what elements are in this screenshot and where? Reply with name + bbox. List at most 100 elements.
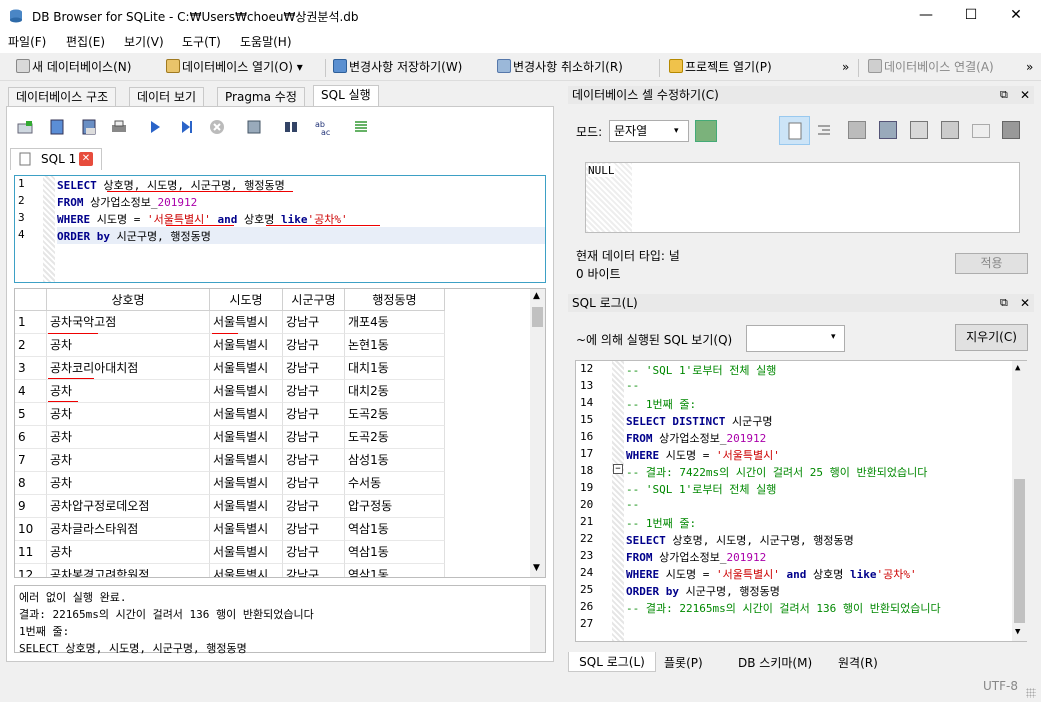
column-header[interactable]: 행정동명	[345, 289, 445, 311]
new-database-button[interactable]: 새 데이터베이스(N)	[16, 57, 131, 77]
scroll-thumb[interactable]	[1014, 479, 1025, 623]
mode-select[interactable]: 문자열 ▾	[609, 120, 689, 142]
row-number[interactable]: 4	[15, 380, 47, 403]
tab-edit-pragmas[interactable]: Pragma 수정	[217, 87, 305, 107]
table-cell[interactable]: 공차코리아대치점	[47, 357, 210, 380]
table-cell[interactable]: 역삼1동	[345, 541, 445, 564]
execute-line-icon[interactable]	[178, 118, 196, 136]
column-header[interactable]: 시도명	[210, 289, 283, 311]
resize-grip-icon[interactable]	[1026, 688, 1036, 698]
row-number[interactable]: 11	[15, 541, 47, 564]
row-number[interactable]: 5	[15, 403, 47, 426]
table-cell[interactable]: 공차	[47, 426, 210, 449]
save-results-icon[interactable]	[246, 118, 264, 136]
float-dock-icon[interactable]: ⧉	[1000, 86, 1008, 104]
table-cell[interactable]: 강남구	[283, 472, 345, 495]
clear-icon[interactable]	[972, 124, 990, 138]
table-cell[interactable]: 대치1동	[345, 357, 445, 380]
table-cell[interactable]: 공차	[47, 334, 210, 357]
table-cell[interactable]: 도곡2동	[345, 403, 445, 426]
sql-editor-tab[interactable]: SQL 1 ✕	[10, 148, 102, 170]
table-cell[interactable]: 강남구	[283, 311, 345, 334]
execute-all-icon[interactable]	[146, 118, 164, 136]
table-cell[interactable]: 공차봉경고려학원점	[47, 564, 210, 577]
open-sql-file-icon[interactable]	[48, 118, 66, 136]
float-dock-icon[interactable]: ⧉	[1000, 294, 1008, 312]
table-cell[interactable]: 서울특별시	[210, 334, 283, 357]
toolbar-overflow-1[interactable]: »	[842, 57, 849, 77]
sql-log-viewer[interactable]: 12 13 14 15 16 17 18 19 20 21 22 23 24 25 26 27 − ▲ ▼ -…	[575, 360, 1027, 642]
table-cell[interactable]: 서울특별시	[210, 472, 283, 495]
row-number[interactable]: 2	[15, 334, 47, 357]
tab-plot[interactable]: 플롯(P)	[664, 654, 703, 671]
execution-message-area[interactable]: 에러 없이 실행 완료. 결과: 22165ms의 시간이 걸려서 136 행이…	[14, 585, 546, 655]
table-cell[interactable]: 서울특별시	[210, 564, 283, 577]
write-changes-button[interactable]: 변경사항 저장하기(W)	[333, 57, 462, 77]
table-cell[interactable]: 대치2동	[345, 380, 445, 403]
table-cell[interactable]: 강남구	[283, 357, 345, 380]
close-dock-icon[interactable]: ✕	[1020, 294, 1030, 312]
import-icon[interactable]	[848, 121, 866, 139]
table-cell[interactable]: 공차글라스타워점	[47, 518, 210, 541]
open-project-button[interactable]: 프로젝트 열기(P)	[669, 57, 772, 77]
submitted-by-select[interactable]: ▾	[746, 325, 845, 352]
table-cell[interactable]: 공차	[47, 449, 210, 472]
close-tab-icon[interactable]: ✕	[79, 152, 93, 166]
scroll-down-icon[interactable]: ▼	[533, 563, 540, 573]
maximize-button[interactable]: ☐	[948, 0, 994, 31]
scroll-thumb[interactable]	[532, 307, 543, 327]
table-cell[interactable]: 삼성1동	[345, 449, 445, 472]
table-cell[interactable]: 강남구	[283, 449, 345, 472]
tab-sql-log[interactable]: SQL 로그(L)	[568, 652, 656, 672]
table-cell[interactable]: 개포4동	[345, 311, 445, 334]
find-icon[interactable]	[282, 118, 300, 136]
table-cell[interactable]: 서울특별시	[210, 541, 283, 564]
table-cell[interactable]: 서울특별시	[210, 380, 283, 403]
fold-toggle-icon[interactable]: −	[613, 464, 623, 474]
table-cell[interactable]: 공차	[47, 472, 210, 495]
minimize-button[interactable]: —	[903, 0, 949, 31]
table-cell[interactable]: 강남구	[283, 541, 345, 564]
print-icon[interactable]	[110, 118, 128, 136]
menu-file[interactable]: 파일(F)	[8, 33, 46, 50]
export-icon[interactable]	[879, 121, 897, 139]
indent-icon[interactable]	[817, 124, 831, 136]
table-cell[interactable]: 강남구	[283, 403, 345, 426]
comment-icon[interactable]	[352, 118, 370, 136]
auto-switch-mode-icon[interactable]	[695, 120, 717, 142]
table-cell[interactable]: 도곡2동	[345, 426, 445, 449]
close-button[interactable]: ✕	[993, 0, 1039, 31]
scroll-up-icon[interactable]: ▲	[1015, 363, 1020, 373]
table-cell[interactable]: 공차국악고점	[47, 311, 210, 334]
clear-log-button[interactable]: 지우기(C)	[955, 324, 1028, 351]
log-scrollbar[interactable]: ▲ ▼	[1012, 361, 1027, 641]
table-cell[interactable]: 역삼1동	[345, 518, 445, 541]
toolbar-overflow-2[interactable]: »	[1026, 57, 1033, 77]
row-number[interactable]: 9	[15, 495, 47, 518]
table-cell[interactable]: 공차	[47, 541, 210, 564]
table-cell[interactable]: 서울특별시	[210, 311, 283, 334]
print-cell-icon[interactable]	[1002, 121, 1020, 139]
table-cell[interactable]: 서울특별시	[210, 518, 283, 541]
revert-changes-button[interactable]: 변경사항 취소하기(R)	[497, 57, 623, 77]
open-external-icon[interactable]	[941, 121, 959, 139]
save-sql-file-icon[interactable]	[80, 118, 98, 136]
table-cell[interactable]: 서울특별시	[210, 495, 283, 518]
menu-edit[interactable]: 편집(E)	[66, 33, 105, 50]
open-tab-icon[interactable]	[16, 118, 34, 136]
cell-value-editor[interactable]: NULL	[585, 162, 1020, 233]
table-cell[interactable]: 논현1동	[345, 334, 445, 357]
table-cell[interactable]: 압구정동	[345, 495, 445, 518]
tab-db-schema[interactable]: DB 스키마(M)	[738, 654, 812, 671]
table-cell[interactable]: 공차압구정로데오점	[47, 495, 210, 518]
results-scrollbar[interactable]: ▲ ▼	[530, 289, 545, 577]
table-cell[interactable]: 공차	[47, 380, 210, 403]
table-cell[interactable]: 공차	[47, 403, 210, 426]
row-number[interactable]: 12	[15, 564, 47, 577]
message-scrollbar[interactable]	[530, 586, 545, 652]
close-dock-icon[interactable]: ✕	[1020, 86, 1030, 104]
tab-browse-data[interactable]: 데이터 보기	[129, 87, 205, 107]
table-cell[interactable]: 서울특별시	[210, 403, 283, 426]
tab-remote[interactable]: 원격(R)	[838, 654, 878, 671]
row-number[interactable]: 3	[15, 357, 47, 380]
